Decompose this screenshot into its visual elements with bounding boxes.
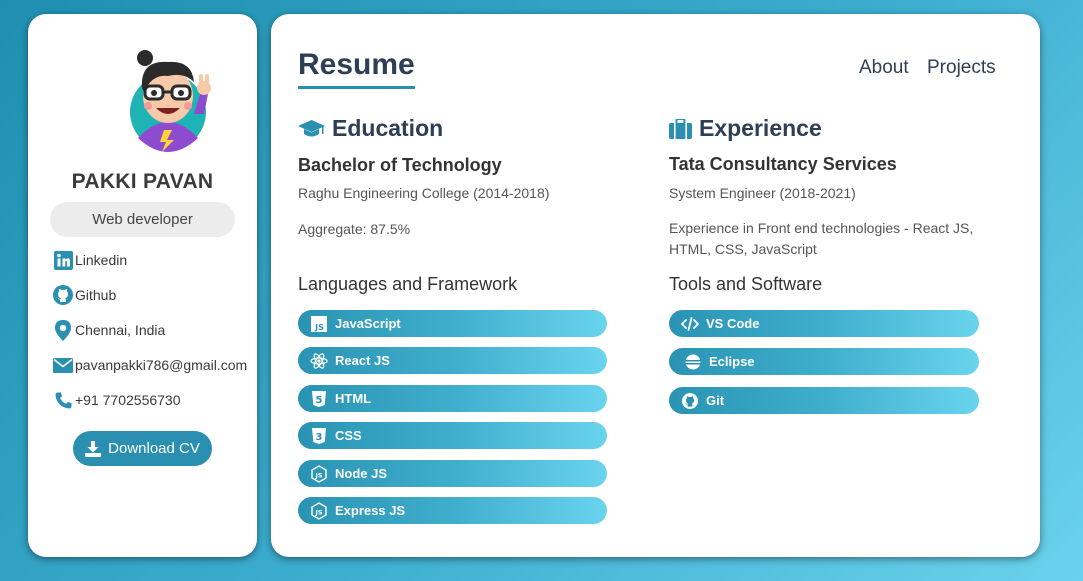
position-text: System Engineer (2018-2021) (669, 185, 856, 201)
contact-label: Linkedin (75, 252, 128, 268)
education-heading-label: Education (332, 115, 444, 141)
svg-text:JS: JS (314, 508, 322, 516)
tool-label: VS Code (706, 316, 760, 331)
skill-label: React JS (335, 353, 390, 368)
contact-label: +91 7702556730 (75, 392, 181, 408)
svg-text:5: 5 (316, 395, 323, 406)
contact-email[interactable]: pavanpakki786@gmail.com (52, 354, 247, 376)
graduation-cap-icon (298, 119, 325, 139)
skill-html: 5 HTML (298, 385, 607, 412)
skill-react: React JS (298, 347, 607, 374)
skill-label: JavaScript (335, 316, 401, 331)
skill-label: CSS (335, 428, 362, 443)
resume-panel: Resume About Projects Education Bachelor… (271, 14, 1040, 557)
college-text: Raghu Engineering College (2014-2018) (298, 185, 550, 201)
skill-node: JS Node JS (298, 460, 607, 487)
page-title: Resume (298, 48, 415, 89)
javascript-icon: JS (310, 315, 328, 333)
tool-label: Git (706, 393, 725, 408)
github-icon (681, 392, 699, 410)
tools-heading: Tools and Software (669, 274, 823, 294)
linkedin-icon (52, 249, 74, 271)
tool-git: Git (669, 387, 979, 414)
company-title: Tata Consultancy Services (669, 154, 897, 174)
mail-icon (52, 354, 74, 376)
contact-label: pavanpakki786@gmail.com (75, 357, 248, 373)
react-icon (310, 352, 328, 370)
nodejs-icon: JS (310, 464, 328, 483)
profile-name: PAKKI PAVAN (71, 170, 214, 193)
location-pin-icon (52, 319, 74, 341)
skill-express: JS Express JS (298, 497, 607, 524)
skill-label: Node JS (335, 466, 388, 481)
code-icon (681, 315, 699, 333)
tool-eclipse: Eclipse (669, 348, 979, 375)
download-icon (85, 440, 102, 457)
avatar (128, 48, 212, 152)
degree-title: Bachelor of Technology (298, 155, 502, 175)
skill-javascript: JS JavaScript (298, 310, 607, 337)
svg-text:3: 3 (316, 432, 323, 443)
github-icon (52, 284, 74, 306)
svg-text:JS: JS (314, 471, 322, 479)
download-cv-label: Download CV (108, 440, 200, 457)
nav-link-about[interactable]: About (859, 57, 909, 79)
skill-label: Express JS (335, 503, 406, 518)
eclipse-icon (684, 353, 702, 371)
contact-github[interactable]: Github (52, 284, 116, 306)
aggregate-text: Aggregate: 87.5% (298, 221, 411, 237)
role-badge: Web developer (50, 202, 235, 237)
nav-link-projects[interactable]: Projects (927, 57, 996, 79)
html5-icon: 5 (310, 390, 328, 408)
experience-heading: Experience (669, 115, 822, 142)
phone-icon (52, 389, 74, 411)
svg-text:JS: JS (314, 323, 324, 332)
nodejs-icon: JS (310, 501, 328, 520)
skill-css: 3 CSS (298, 422, 607, 449)
tool-label: Eclipse (709, 354, 755, 369)
contact-phone[interactable]: +91 7702556730 (52, 389, 181, 411)
education-heading: Education (298, 115, 443, 142)
contact-label: Chennai, India (75, 322, 166, 338)
contact-label: Github (75, 287, 117, 303)
tool-vscode: VS Code (669, 310, 979, 337)
experience-heading-label: Experience (699, 115, 822, 141)
contact-location: Chennai, India (52, 319, 165, 341)
experience-description: Experience in Front end technologies - R… (669, 220, 974, 257)
profile-sidebar: PAKKI PAVAN Web developer Linkedin Githu… (28, 14, 257, 557)
skill-label: HTML (335, 391, 372, 406)
languages-heading: Languages and Framework (298, 274, 518, 294)
css3-icon: 3 (310, 427, 328, 445)
contact-linkedin[interactable]: Linkedin (52, 249, 127, 271)
download-cv-button[interactable]: Download CV (73, 431, 212, 466)
briefcase-icon (669, 118, 692, 139)
